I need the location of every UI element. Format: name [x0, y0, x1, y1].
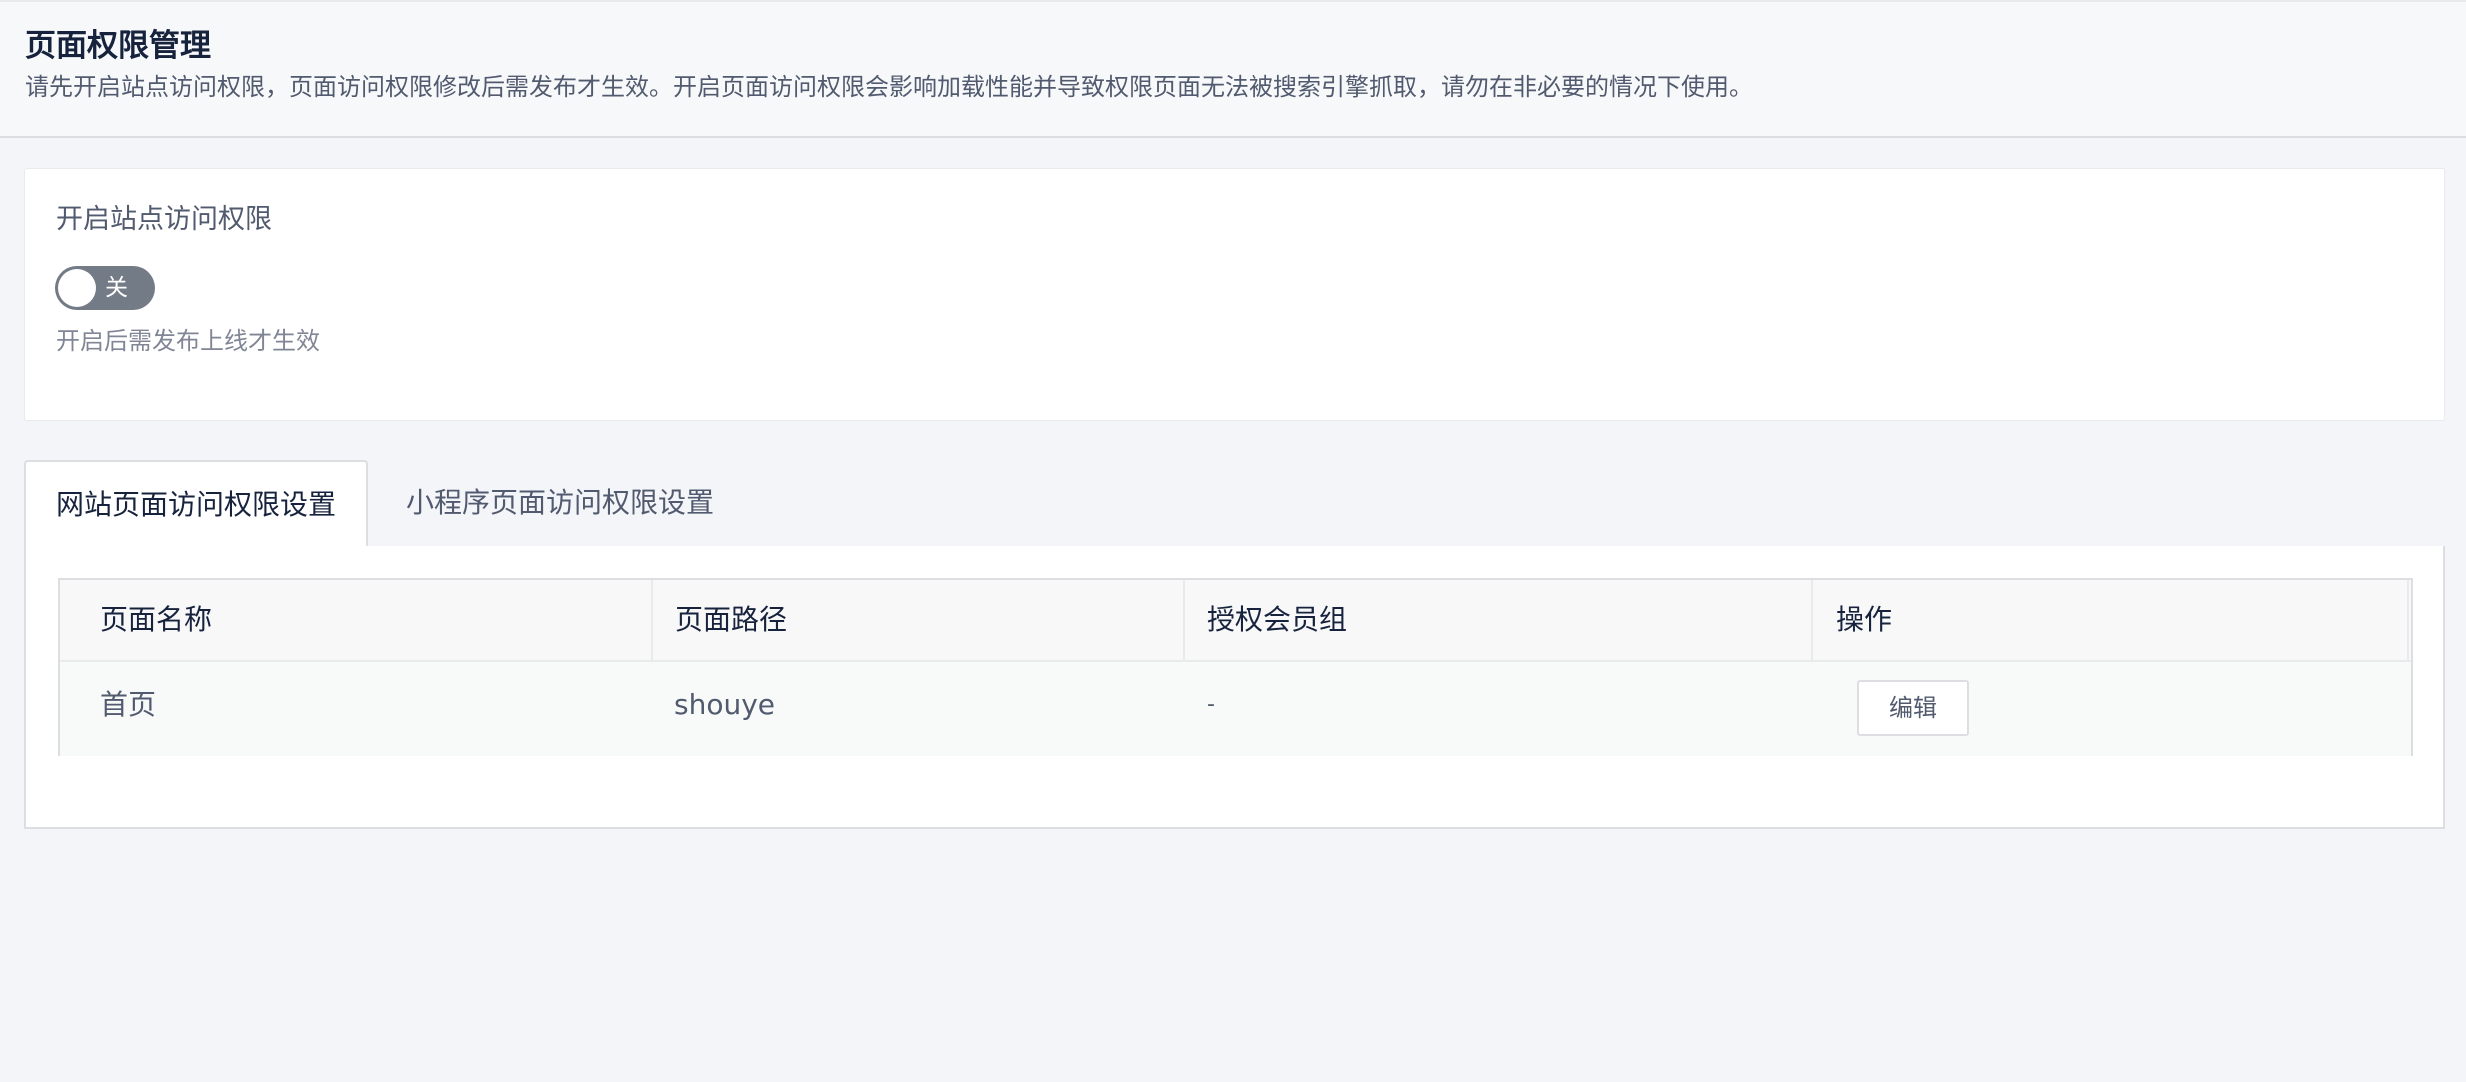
column-header-page-path: 页面路径: [675, 603, 788, 636]
column-divider: [1811, 580, 1813, 662]
permission-tabs: 网站页面访问权限设置 小程序页面访问权限设置: [24, 460, 2445, 550]
tab-miniprogram-page-permission[interactable]: 小程序页面访问权限设置: [406, 460, 714, 548]
tab-panel: 页面名称 页面路径 授权会员组 操作 首页 shouye - 编辑: [24, 546, 2445, 829]
column-header-page-name: 页面名称: [100, 603, 213, 636]
column-divider: [1183, 580, 1185, 662]
column-header-actions: 操作: [1836, 603, 1893, 636]
cell-member-group: -: [1207, 692, 1215, 717]
site-access-toggle[interactable]: 关: [55, 266, 155, 310]
toggle-knob: [58, 269, 96, 307]
column-divider: [651, 580, 653, 662]
site-access-title: 开启站点访问权限: [56, 204, 272, 235]
page-header: 页面权限管理 请先开启站点访问权限，页面访问权限修改后需发布才生效。开启页面访问…: [0, 0, 2466, 138]
page-permission-table: 页面名称 页面路径 授权会员组 操作 首页 shouye - 编辑: [58, 578, 2413, 756]
table-row: 首页 shouye - 编辑: [60, 662, 2411, 756]
toggle-label: 关: [105, 275, 128, 301]
edit-button[interactable]: 编辑: [1857, 680, 1969, 736]
site-access-hint: 开启后需发布上线才生效: [56, 327, 320, 355]
cell-page-path: shouye: [674, 688, 776, 721]
column-header-member-group: 授权会员组: [1207, 603, 1348, 636]
page-title: 页面权限管理: [25, 28, 211, 64]
page-description: 请先开启站点访问权限，页面访问权限修改后需发布才生效。开启页面访问权限会影响加载…: [25, 73, 1753, 101]
column-divider: [2407, 580, 2409, 662]
site-access-card: 开启站点访问权限 关 开启后需发布上线才生效: [24, 168, 2445, 421]
tab-website-page-permission[interactable]: 网站页面访问权限设置: [24, 460, 368, 550]
cell-page-name: 首页: [100, 688, 157, 721]
table-header: 页面名称 页面路径 授权会员组 操作: [60, 580, 2411, 662]
